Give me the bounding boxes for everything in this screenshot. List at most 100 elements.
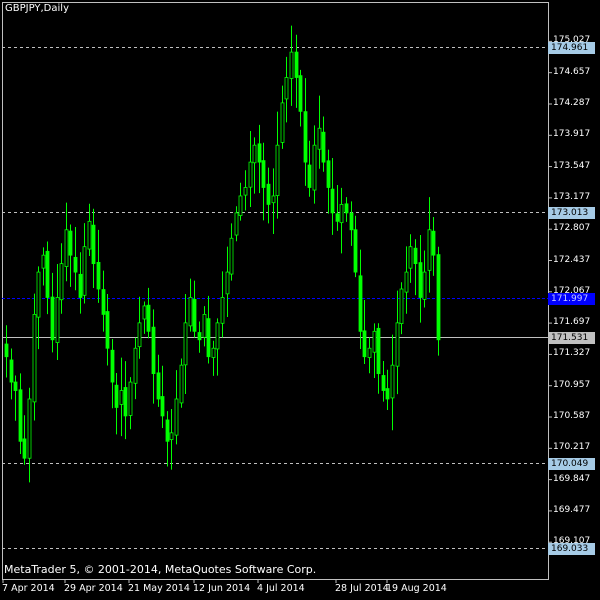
candle-body	[367, 347, 372, 358]
candle-body	[358, 275, 363, 332]
candle-body	[9, 359, 14, 383]
candle-body	[427, 229, 432, 271]
symbol-title: GBPJPY,Daily	[5, 3, 69, 14]
candle-body	[404, 271, 409, 293]
candle-body	[422, 271, 427, 300]
y-tick-label: 169.477	[553, 504, 591, 515]
level-price-label: 174.961	[548, 41, 595, 54]
candle-body	[284, 77, 289, 100]
candle-body	[390, 364, 395, 399]
candle-body	[137, 322, 142, 348]
candle-body	[197, 332, 202, 341]
candle-body	[87, 220, 92, 250]
candle-body	[174, 398, 179, 436]
candle-body	[395, 322, 400, 367]
x-tick-label: 19 Aug 2014	[386, 583, 447, 594]
candle-body	[202, 313, 207, 338]
y-tick-label: 174.287	[553, 97, 591, 108]
candle-body	[27, 398, 32, 459]
y-tick-label: 169.847	[553, 473, 591, 484]
candle-body	[73, 256, 78, 273]
candle-body	[41, 254, 46, 269]
candle-body	[326, 160, 331, 188]
candle-body	[234, 212, 239, 236]
candle-body	[312, 144, 317, 191]
candle-body	[280, 102, 285, 143]
candle-body	[275, 144, 280, 196]
candle-body	[55, 297, 60, 343]
candle-body	[4, 343, 9, 358]
candle-body	[344, 203, 349, 214]
candle-body	[252, 144, 257, 164]
ask-price-label: 171.531	[548, 331, 595, 344]
candle-body	[146, 304, 151, 332]
candle-body	[271, 195, 276, 204]
copyright-text: MetaTrader 5, © 2001-2014, MetaQuotes So…	[4, 563, 317, 576]
level-price-label: 170.049	[548, 457, 595, 470]
candle-body	[211, 347, 216, 358]
candle-body	[91, 224, 96, 265]
candle-body	[123, 387, 128, 417]
x-tick-label: 4 Jul 2014	[257, 583, 305, 594]
candle-body	[179, 364, 184, 404]
candle-body	[64, 229, 69, 267]
y-tick-label: 171.697	[553, 317, 591, 328]
candle-body	[298, 75, 303, 112]
y-tick-label: 170.587	[553, 411, 591, 422]
candle-body	[238, 195, 243, 216]
candlesticks	[4, 25, 441, 483]
chart-window[interactable]: GBPJPY,Daily 175.027 174.657 174.287 173.91…	[0, 0, 600, 600]
candle-body	[59, 263, 64, 301]
y-tick-label: 171.327	[553, 348, 591, 359]
candle-body	[101, 289, 106, 315]
price-chart[interactable]	[0, 0, 600, 600]
y-tick-label: 170.957	[553, 379, 591, 390]
candle-body	[248, 161, 253, 188]
y-tick-label: 172.437	[553, 254, 591, 265]
candle-body	[96, 261, 101, 290]
y-tick-label: 172.807	[553, 223, 591, 234]
candle-body	[418, 262, 423, 298]
candle-body	[303, 111, 308, 163]
x-tick-label: 12 Jun 2014	[193, 583, 251, 594]
candle-body	[289, 51, 294, 79]
candle-body	[82, 246, 87, 296]
candle-body	[156, 372, 161, 400]
candle-body	[78, 273, 83, 298]
candle-body	[243, 187, 248, 196]
x-tick-label: 21 May 2014	[128, 583, 190, 594]
candle-body	[68, 230, 73, 256]
candle-body	[13, 381, 18, 391]
candle-body	[133, 347, 138, 384]
bid-price-label: 171.997	[548, 292, 595, 305]
candle-body	[169, 432, 174, 441]
candle-body	[142, 305, 147, 320]
x-tick-label: 29 Apr 2014	[64, 583, 123, 594]
candle-body	[436, 254, 441, 341]
candle-body	[220, 297, 225, 324]
candle-body	[151, 326, 156, 375]
candle-body	[257, 143, 262, 163]
candle-body	[128, 381, 133, 416]
candle-body	[349, 212, 354, 231]
candle-body	[339, 204, 344, 224]
x-tick-label: 28 Jul 2014	[335, 583, 389, 594]
candle-body	[431, 230, 436, 256]
candle-body	[266, 183, 271, 205]
candle-body	[321, 131, 326, 163]
candle-body	[105, 311, 110, 349]
candle-body	[381, 375, 386, 391]
y-tick-label: 173.177	[553, 191, 591, 202]
y-tick-label: 170.217	[553, 442, 591, 453]
candle-body	[119, 390, 124, 405]
candle-body	[215, 322, 220, 350]
candle-body	[372, 330, 377, 353]
candle-body	[335, 213, 340, 222]
candle-body	[317, 127, 322, 150]
candle-body	[22, 438, 27, 459]
candle-body	[362, 330, 367, 358]
level-price-label: 169.033	[548, 542, 595, 555]
candle-body	[160, 396, 165, 417]
candle-body	[376, 327, 381, 375]
y-tick-label: 173.547	[553, 160, 591, 171]
